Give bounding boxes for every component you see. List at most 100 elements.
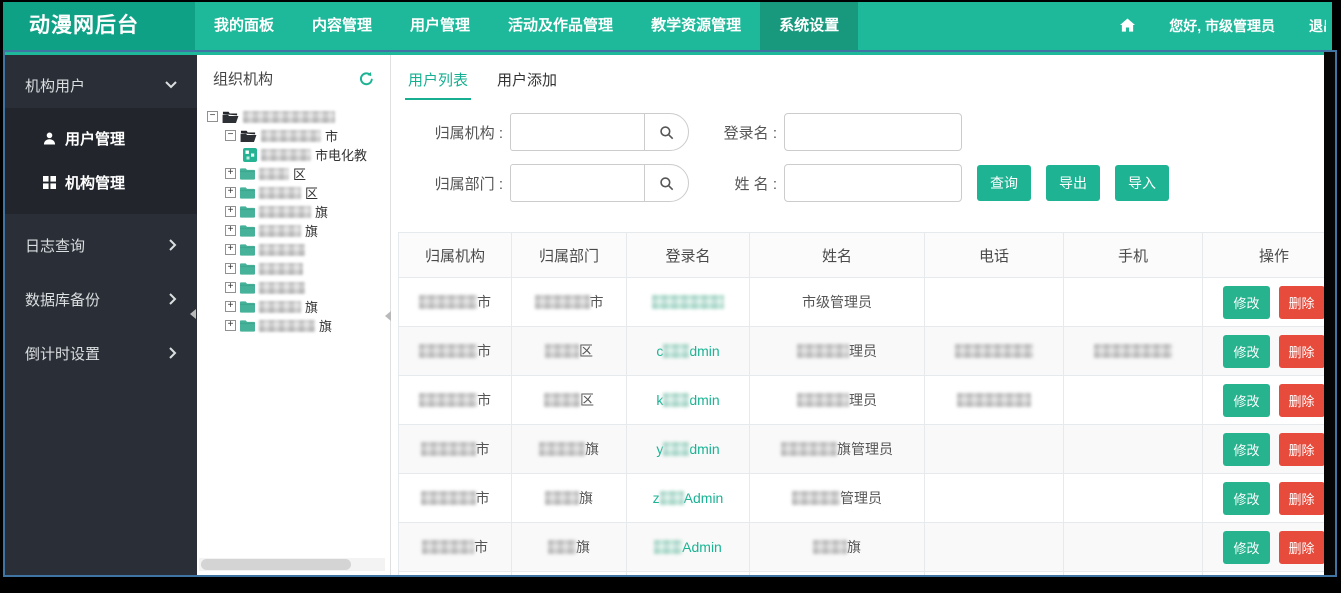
- tree-toggle-plus[interactable]: +: [225, 320, 236, 331]
- nav-item[interactable]: 教学资源管理: [632, 2, 760, 50]
- column-header: 操作: [1203, 233, 1325, 278]
- cell-phone: [925, 425, 1064, 474]
- tree-toggle-plus[interactable]: +: [225, 168, 236, 179]
- login-link[interactable]: Admin: [682, 539, 722, 555]
- nav-item[interactable]: 我的面板: [195, 2, 293, 50]
- tree-toggle-plus[interactable]: +: [225, 225, 236, 236]
- form-buttons: 查询 导出 导入: [977, 165, 1169, 201]
- sidebar-item[interactable]: 倒计时设置: [5, 330, 197, 376]
- edit-button[interactable]: 修改: [1223, 286, 1269, 319]
- edit-button[interactable]: 修改: [1223, 482, 1269, 515]
- logout-link[interactable]: 退出: [1309, 16, 1326, 36]
- refresh-icon[interactable]: [359, 71, 374, 86]
- tree-horizontal-scrollbar[interactable]: [199, 558, 385, 571]
- login-link[interactable]: dmin: [689, 392, 719, 408]
- delete-button[interactable]: 删除: [1279, 531, 1325, 564]
- login-link[interactable]: Admin: [684, 490, 724, 506]
- nav-item[interactable]: 活动及作品管理: [489, 2, 632, 50]
- folder-open-icon: [240, 129, 257, 143]
- tree-toggle-minus[interactable]: −: [225, 130, 236, 141]
- cell-login: cdmin: [627, 327, 750, 376]
- sidebar-subitem[interactable]: 机构管理: [5, 160, 197, 204]
- tree-collapse-handle[interactable]: [385, 311, 391, 321]
- nav-item[interactable]: 内容管理: [293, 2, 391, 50]
- dept-input[interactable]: [510, 164, 644, 202]
- delete-button[interactable]: 删除: [1279, 384, 1325, 417]
- redacted-cell: [955, 344, 1033, 358]
- edit-button[interactable]: 修改: [1223, 384, 1269, 417]
- edit-button[interactable]: 修改: [1223, 531, 1269, 564]
- tree-node[interactable]: +旗: [225, 316, 390, 335]
- tree-toggle-plus[interactable]: +: [225, 263, 236, 274]
- org-input[interactable]: [510, 113, 644, 151]
- sidebar-subitem[interactable]: 用户管理: [5, 116, 197, 160]
- login-link[interactable]: dmin: [689, 441, 719, 457]
- redacted-cell: [663, 442, 689, 456]
- tree-node-label: 旗: [305, 297, 318, 316]
- sidebar-item-label: 机构用户: [25, 75, 85, 96]
- tree-node[interactable]: −市: [225, 126, 390, 145]
- export-button[interactable]: 导出: [1046, 165, 1100, 201]
- tree-panel-title: 组织机构: [213, 68, 273, 89]
- tree-node[interactable]: +: [225, 278, 390, 297]
- cell-actions: 修改删除: [1203, 523, 1325, 572]
- import-button[interactable]: 导入: [1115, 165, 1169, 201]
- cell-text: 市级管理员: [802, 294, 872, 310]
- tree-toggle-plus[interactable]: +: [225, 301, 236, 312]
- home-icon[interactable]: [1120, 18, 1135, 35]
- tree-toggle-plus[interactable]: +: [225, 282, 236, 293]
- tree-node[interactable]: +旗: [225, 221, 390, 240]
- cell-login: zAdmin: [627, 474, 750, 523]
- nav-item[interactable]: 系统设置: [760, 2, 858, 50]
- sidebar-item[interactable]: 数据库备份: [5, 276, 197, 322]
- tree-toggle-minus[interactable]: −: [207, 111, 218, 122]
- login-input[interactable]: [784, 113, 962, 151]
- cell-dept: 旗: [512, 523, 627, 572]
- tree-node[interactable]: +区: [225, 164, 390, 183]
- tree-toggle-plus[interactable]: +: [225, 206, 236, 217]
- cell-text: 理员: [849, 343, 877, 359]
- column-header: 归属机构: [399, 233, 512, 278]
- folder-icon: [240, 205, 255, 218]
- sidebar-item[interactable]: 日志查询: [5, 222, 197, 268]
- name-input[interactable]: [784, 164, 962, 202]
- tree-node[interactable]: 市电化教: [243, 145, 390, 164]
- dept-search-button[interactable]: [644, 164, 689, 202]
- tab[interactable]: 用户添加: [494, 60, 560, 100]
- edit-button[interactable]: 修改: [1223, 433, 1269, 466]
- tree-toggle-plus[interactable]: +: [225, 187, 236, 198]
- tree-node[interactable]: +: [225, 240, 390, 259]
- tab[interactable]: 用户列表: [405, 60, 471, 100]
- delete-button[interactable]: 删除: [1279, 286, 1325, 319]
- tree-node[interactable]: −: [207, 107, 390, 126]
- org-search-button[interactable]: [644, 113, 689, 151]
- folder-icon: [240, 243, 255, 256]
- nav-item[interactable]: 用户管理: [391, 2, 489, 50]
- tree-node[interactable]: +旗: [225, 202, 390, 221]
- edit-button[interactable]: 修改: [1223, 335, 1269, 368]
- cell-dept: 旗: [512, 474, 627, 523]
- tree-node[interactable]: +区: [225, 183, 390, 202]
- cell-text: 市: [590, 294, 604, 310]
- redacted-cell: [652, 295, 724, 309]
- cell-text: 旗管理员: [837, 441, 893, 457]
- sidebar-collapse-handle[interactable]: [190, 309, 196, 319]
- redacted-org-name: [261, 149, 311, 161]
- cell-login: Admin: [627, 523, 750, 572]
- redacted-cell: [797, 344, 849, 358]
- delete-button[interactable]: 删除: [1279, 482, 1325, 515]
- sidebar-item[interactable]: 机构用户: [5, 62, 197, 108]
- scrollbar-thumb[interactable]: [201, 559, 351, 570]
- tree-node[interactable]: +: [225, 259, 390, 278]
- delete-button[interactable]: 删除: [1279, 433, 1325, 466]
- redacted-org-name: [259, 282, 305, 294]
- cell-phone: [925, 278, 1064, 327]
- table-row: 市旗ydmin旗管理员修改删除: [399, 425, 1325, 474]
- cell-text: 旗: [579, 490, 593, 506]
- login-link[interactable]: dmin: [689, 343, 719, 359]
- tree-toggle-plus[interactable]: +: [225, 244, 236, 255]
- query-button[interactable]: 查询: [977, 165, 1031, 201]
- cell-name: 旗管理员: [750, 425, 925, 474]
- tree-node[interactable]: +旗: [225, 297, 390, 316]
- delete-button[interactable]: 删除: [1279, 335, 1325, 368]
